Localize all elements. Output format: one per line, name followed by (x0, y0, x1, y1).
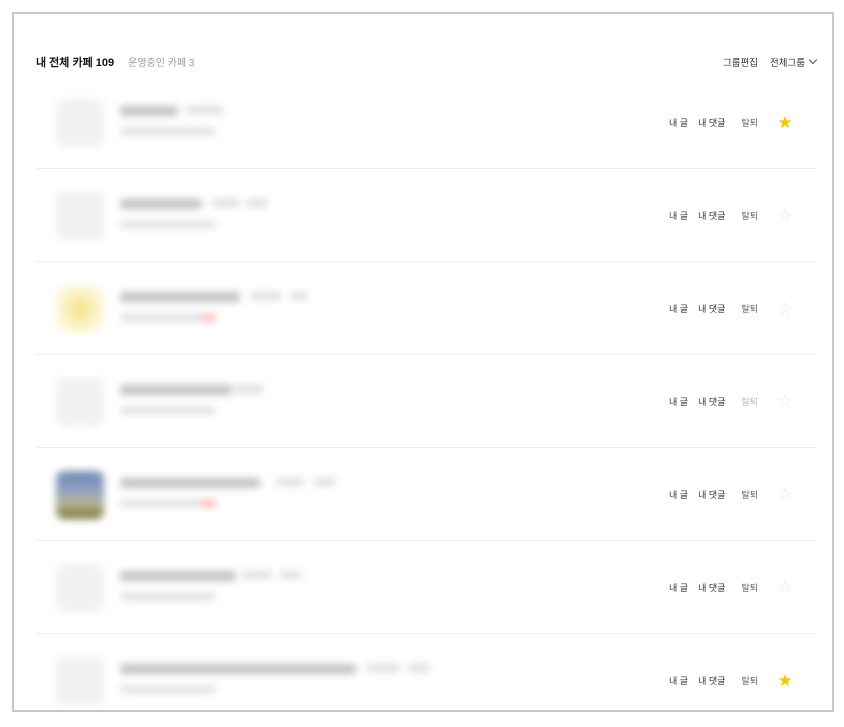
my-comments-link[interactable]: 내 댓글 (698, 674, 725, 687)
leave-cafe-link[interactable]: 탈퇴 (741, 488, 758, 501)
cafe-subinfo-blurred (120, 128, 216, 135)
my-comments-link[interactable]: 내 댓글 (698, 488, 725, 501)
cafe-list-panel: 내 전체 카페 109 운영중인 카페 3 그룹편집 전체그룹 내 글내 댓글 탈… (12, 12, 834, 712)
cafe-name-blurred[interactable] (120, 292, 240, 302)
cafe-meta-blurred (234, 385, 264, 393)
cafe-row[interactable]: 내 글 내 댓글 탈퇴 ☆ (36, 355, 816, 448)
tab-all-cafes[interactable]: 내 전체 카페 109 (36, 54, 114, 70)
cafe-thumbnail[interactable] (56, 192, 104, 240)
my-posts-link[interactable]: 내 글 (669, 488, 688, 501)
my-comments-link[interactable]: 내 댓글 (698, 395, 725, 408)
cafe-subinfo-blurred (120, 500, 216, 507)
cafe-row[interactable]: 내 글 내 댓글 탈퇴 ★ (36, 634, 816, 710)
tab-managed-cafes[interactable]: 운영중인 카페 3 (128, 54, 194, 69)
cafe-name-blurred[interactable] (120, 199, 202, 209)
cafe-thumbnail[interactable] (56, 99, 104, 147)
cafe-subinfo-blurred (120, 593, 216, 600)
cafe-name-blurred[interactable] (120, 478, 260, 488)
cafe-meta-blurred (408, 664, 430, 672)
my-comments-link[interactable]: 내 댓글 (698, 209, 725, 222)
cafe-actions: 내 글 내 댓글 탈퇴 ★ (669, 634, 794, 710)
leave-cafe-link[interactable]: 탈퇴 (741, 674, 758, 687)
cafe-meta-blurred (366, 664, 400, 672)
cafe-actions: 내 글 내 댓글 탈퇴 ☆ (669, 541, 794, 634)
cafe-row[interactable]: 내 글 내 댓글 탈퇴 ☆ (36, 541, 816, 634)
cafe-meta-blurred (186, 106, 224, 114)
cafe-actions: 내 글 내 댓글 탈퇴 ☆ (669, 355, 794, 448)
cafe-subinfo-blurred (120, 314, 216, 321)
my-posts-link[interactable]: 내 글 (669, 581, 688, 594)
chevron-down-icon (808, 55, 818, 65)
cafe-tabs: 내 전체 카페 109 운영중인 카페 3 (36, 54, 194, 70)
leave-cafe-link[interactable]: 탈퇴 (741, 581, 758, 594)
cafe-row[interactable]: 내 글 내 댓글 탈퇴 ☆ (36, 448, 816, 541)
cafe-list: 내 글내 댓글 탈퇴 ★ 내 글내 댓글 탈퇴 ☆ 내 글내 댓글 탈퇴 ☆ 내 글내 댓글 탈퇴 ☆… (36, 76, 816, 710)
leave-cafe-link[interactable]: 탈퇴 (741, 395, 758, 408)
cafe-meta-blurred (314, 478, 336, 486)
leave-cafe-link[interactable]: 탈퇴 (741, 302, 758, 315)
cafe-thumbnail[interactable] (56, 657, 104, 705)
edit-group-button[interactable]: 그룹편집 (723, 55, 758, 69)
star-icon[interactable]: ☆ (776, 486, 794, 503)
my-posts-link[interactable]: 내 글 (669, 116, 688, 129)
cafe-meta-blurred (276, 478, 304, 486)
star-icon[interactable]: ☆ (776, 207, 794, 224)
cafe-meta-blurred (280, 571, 302, 579)
star-icon[interactable]: ☆ (776, 300, 794, 317)
cafe-thumbnail[interactable] (56, 285, 104, 333)
my-comments-link[interactable]: 내 댓글 (698, 302, 725, 315)
cafe-meta-blurred (290, 292, 308, 300)
cafe-thumbnail[interactable] (56, 471, 104, 519)
cafe-thumbnail[interactable] (56, 378, 104, 426)
cafe-row[interactable]: 내 글 내 댓글 탈퇴 ★ (36, 76, 816, 169)
cafe-actions: 내 글 내 댓글 탈퇴 ★ (669, 76, 794, 169)
new-badge-blurred (202, 314, 216, 321)
cafe-subinfo-blurred (120, 221, 216, 228)
my-comments-link[interactable]: 내 댓글 (698, 116, 725, 129)
cafe-meta-blurred (212, 199, 240, 207)
my-posts-link[interactable]: 내 글 (669, 302, 688, 315)
my-posts-link[interactable]: 내 글 (669, 674, 688, 687)
cafe-name-blurred[interactable] (120, 664, 356, 674)
header-controls: 그룹편집 전체그룹 (723, 55, 818, 69)
cafe-meta-blurred (242, 571, 272, 579)
cafe-subinfo-blurred (120, 407, 216, 414)
leave-cafe-link[interactable]: 탈퇴 (741, 209, 758, 222)
cafe-actions: 내 글 내 댓글 탈퇴 ☆ (669, 262, 794, 355)
leave-cafe-link[interactable]: 탈퇴 (741, 116, 758, 129)
group-select[interactable]: 전체그룹 (770, 55, 818, 69)
cafe-meta-blurred (250, 292, 282, 300)
cafe-name-blurred[interactable] (120, 106, 178, 116)
group-select-label: 전체그룹 (770, 58, 805, 69)
cafe-row[interactable]: 내 글 내 댓글 탈퇴 ☆ (36, 169, 816, 262)
star-icon[interactable]: ★ (776, 672, 794, 689)
cafe-name-blurred[interactable] (120, 385, 232, 395)
cafe-name-blurred[interactable] (120, 571, 236, 581)
cafe-subinfo-blurred (120, 686, 216, 693)
star-icon[interactable]: ☆ (776, 579, 794, 596)
cafe-actions: 내 글 내 댓글 탈퇴 ☆ (669, 169, 794, 262)
cafe-actions: 내 글 내 댓글 탈퇴 ☆ (669, 448, 794, 541)
star-icon[interactable]: ☆ (776, 393, 794, 410)
star-icon[interactable]: ★ (776, 114, 794, 131)
cafe-list-header: 내 전체 카페 109 운영중인 카페 3 그룹편집 전체그룹 (36, 52, 818, 72)
my-posts-link[interactable]: 내 글 (669, 395, 688, 408)
my-posts-link[interactable]: 내 글 (669, 209, 688, 222)
cafe-meta-blurred (246, 199, 268, 207)
my-comments-link[interactable]: 내 댓글 (698, 581, 725, 594)
cafe-thumbnail[interactable] (56, 564, 104, 612)
new-badge-blurred (202, 500, 216, 507)
cafe-row[interactable]: 내 글 내 댓글 탈퇴 ☆ (36, 262, 816, 355)
